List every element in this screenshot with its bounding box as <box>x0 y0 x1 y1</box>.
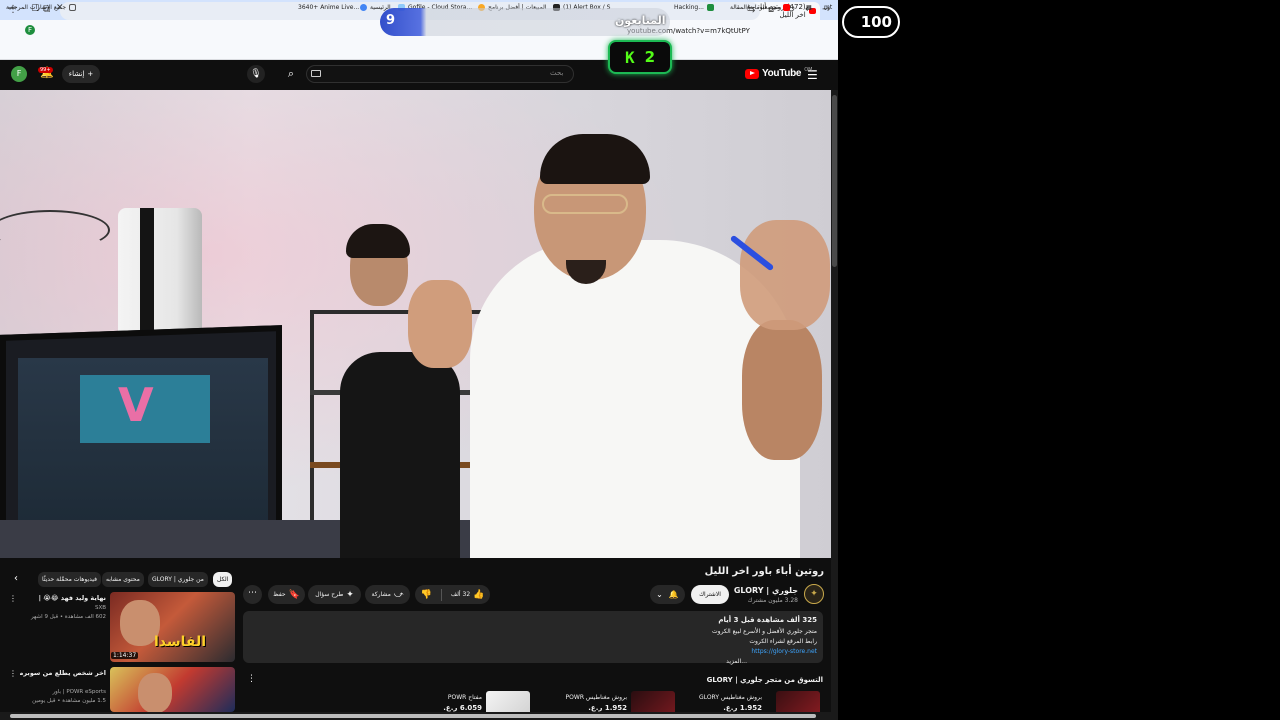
related-meta: 602 ألف مشاهدة • قبل 9 أشهر <box>30 614 106 620</box>
plus-icon: + <box>87 70 94 78</box>
dislike-icon[interactable]: 👎 <box>421 590 432 600</box>
store-item-name: بروش مغناطيس GLORY <box>699 694 762 701</box>
related-meta: 1.5 مليون مشاهدة • قبل يومين <box>32 698 106 704</box>
bookmark-label: 3640+ Anime Live... <box>298 4 360 11</box>
sparkle-icon: ✦ <box>346 589 354 600</box>
related-title: نهاية وليد فهد 😂😭 | <box>38 594 106 602</box>
thumbnail-text: الفاسدا <box>154 634 207 650</box>
duration-badge: 1:14:37 <box>111 652 139 659</box>
store-item-name: مفتاح POWR <box>447 694 482 701</box>
save-label: حفظ <box>273 591 286 598</box>
keyboard-icon[interactable] <box>311 70 321 77</box>
like-dislike-group: 👍 32 ألف 👎 <box>415 585 490 604</box>
chip-all[interactable]: الكل <box>213 572 233 587</box>
browser-profile-avatar[interactable]: F <box>25 25 35 35</box>
kick-viewer-widget: K 2 <box>608 40 672 74</box>
related-title: اخر شخص يطلع من سوبرماركت يفوز بـ 50,000 <box>20 669 106 677</box>
more-actions-icon[interactable]: ⋯ <box>243 585 262 604</box>
video-title: روتين أباء باور اخر الليل <box>704 566 824 577</box>
description-line: رابط المرقع لشراء الكروت <box>749 638 817 645</box>
youtube-logo[interactable]: YouTube OM <box>745 66 813 79</box>
description-line: متجر جلوري الأفضل و الأسرع لبيع الكروت <box>712 628 817 635</box>
bookmarks-bar <box>0 42 838 60</box>
create-button[interactable]: إنشاء + <box>62 65 100 83</box>
account-avatar[interactable]: F <box>11 66 27 82</box>
video-frame-person-left <box>340 352 460 558</box>
like-icon[interactable]: 👍 <box>473 590 484 600</box>
bookmark-item[interactable]: mt <box>824 4 832 11</box>
bookmark-label: جميع الإشارات المرجعية <box>6 4 67 11</box>
search-placeholder: بحث <box>550 69 564 77</box>
notification-badge: 99+ <box>38 67 53 73</box>
description-link-line: https://glory-store.net <box>560 648 817 655</box>
chips-scroll-left-icon[interactable]: ‹ <box>14 573 18 584</box>
kick-logo-icon: K <box>624 47 635 67</box>
video-frame-hand <box>740 220 830 330</box>
share-icon: ⤻ <box>393 589 404 600</box>
followers-count: 9 <box>386 13 396 28</box>
share-button[interactable]: ⤻ مشاركة <box>365 585 410 604</box>
create-label: إنشاء <box>68 70 85 78</box>
microphone-icon[interactable]: 🎙 <box>247 65 265 83</box>
description-views: 325 ألف مشاهدة قبل 3 أيام <box>718 616 817 624</box>
subscribe-button[interactable]: الاشتراك <box>691 585 729 604</box>
save-button[interactable]: 🔖 حفظ <box>268 585 305 604</box>
ask-label: طرح سؤال <box>315 591 344 598</box>
like-count[interactable]: 32 ألف <box>451 591 470 598</box>
horizontal-scrollbar-thumb[interactable] <box>10 714 816 718</box>
related-thumbnail[interactable] <box>110 667 235 712</box>
vertical-scrollbar-thumb[interactable] <box>832 95 837 267</box>
bookmark-label: mt <box>824 4 833 11</box>
bookmark-label: Hacking... <box>674 4 704 11</box>
folder-icon <box>69 4 77 11</box>
youtube-icon <box>782 4 790 11</box>
bookmark-item[interactable]: مجتمعلومات/المقالة <box>730 4 790 11</box>
globe-icon <box>360 4 367 11</box>
store-item-name: بروش مغناطيس POWR <box>565 694 627 701</box>
video-frame-logo: V <box>118 378 154 432</box>
ask-button[interactable]: ✦ طرح سؤال <box>308 585 361 604</box>
related-channel: POWR eSports | باور <box>52 689 106 695</box>
chip-from-channel[interactable]: من جلوري | GLORY <box>148 572 208 587</box>
bookmark-label: مجتمعلومات/المقالة <box>730 4 780 11</box>
channel-avatar[interactable]: ✦ <box>804 584 824 604</box>
divider <box>440 588 442 601</box>
chip-related[interactable]: محتوى مشابه <box>102 572 144 587</box>
store-item-price: 6.059 ر.ع. <box>443 704 482 712</box>
video-frame-glasses <box>542 194 628 214</box>
kebab-menu-icon[interactable]: ⋮ <box>9 669 17 678</box>
related-channel: SXB <box>94 605 106 611</box>
chevron-down-icon: ⌄ <box>656 590 663 599</box>
chip-recently-uploaded[interactable]: فيديوهات محمَّلة حديثًا <box>38 572 101 587</box>
store-menu-icon[interactable]: ⋮ <box>247 674 256 684</box>
bookmark-item[interactable]: 3640+ Anime Live... <box>298 4 359 11</box>
share-label: مشاركة <box>371 591 391 598</box>
youtube-play-icon <box>745 68 759 79</box>
followers-goal: 100 <box>842 6 900 38</box>
description-link[interactable]: https://glory-store.net <box>751 648 817 655</box>
kebab-menu-icon[interactable]: ⋮ <box>9 594 17 603</box>
notification-setting-button[interactable]: ⌄ 🔔 <box>650 585 685 604</box>
logo-region: OM <box>804 66 813 73</box>
thumbnail-face <box>138 673 172 712</box>
bookmark-icon: 🔖 <box>288 589 300 600</box>
bell-icon: 🔔 <box>668 590 679 599</box>
search-icon[interactable]: ⌕ <box>282 65 300 83</box>
store-item-price: 1.952 ر.ع. <box>723 704 762 712</box>
video-frame-hand <box>408 280 472 368</box>
search-input[interactable] <box>306 65 574 83</box>
followers-label: المتابعون <box>615 14 666 27</box>
video-player[interactable]: V <box>0 90 832 558</box>
bookmark-item[interactable]: Hacking... <box>674 4 714 11</box>
video-frame-arm <box>742 320 822 460</box>
kick-viewer-count: 2 <box>644 48 656 66</box>
apps-grid-icon[interactable]: ▦ <box>806 4 812 11</box>
store-title: التسوق من متجر جلوري | GLORY <box>706 676 823 684</box>
store-item-price: 1.952 ر.ع. <box>588 704 627 712</box>
logo-text: YouTube <box>762 68 802 79</box>
sheet-icon <box>706 4 714 11</box>
bookmark-all[interactable]: جميع الإشارات المرجعية <box>6 4 77 11</box>
description-more[interactable]: ...المزيد <box>500 658 747 665</box>
